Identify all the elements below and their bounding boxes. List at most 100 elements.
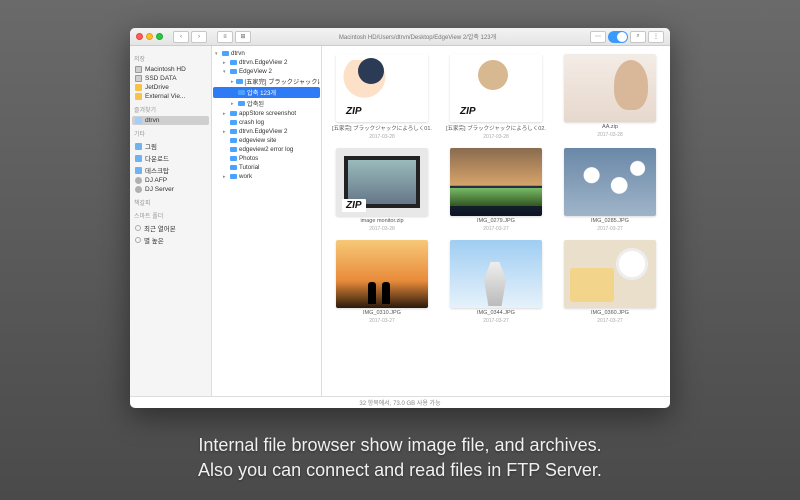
forward-button[interactable]: › [191,31,207,43]
sidebar-item[interactable]: 다운로드 [132,152,209,164]
thumbnail-date: 2017-03-28 [483,134,509,140]
thumbnail-image: ZIP [336,148,428,216]
marketing-caption: Internal file browser show image file, a… [0,433,800,482]
sidebar-item[interactable]: Macintosh HD [132,65,209,74]
tree-item[interactable]: ▸dtrvn.EdgeView 2 [213,58,320,67]
close-icon[interactable] [136,33,143,40]
sidebar-item[interactable]: 데스크탑 [132,164,209,176]
thumbnail-image [564,148,656,216]
tree-item[interactable]: ▸appStore screenshot [213,109,320,118]
thumbnail-label: IMG_0279.JPG [477,218,515,224]
thumbnail-cell[interactable]: ZIP image monitor.zip 2017-03-28 [328,148,436,232]
tree-item[interactable]: crash log [213,118,320,127]
sidebar-item-label: SSD DATA [145,75,177,82]
sidebar-item[interactable]: 별 높은 [132,234,209,246]
zoom-icon[interactable] [156,33,163,40]
thumbnail-date: 2017-03-27 [483,226,509,232]
tree-root[interactable]: ▾dtrvn [213,49,320,58]
tree-item[interactable]: Photos [213,154,320,163]
thumbnail-cell[interactable]: ZIP[五家完] ブラックジャックによろしく01.zip2017-03-28 [328,54,436,140]
status-bar: 32 항목에서, 73.0 GB 사용 가능 [130,396,670,408]
sidebar: 저장 Macintosh HD SSD DATAJetDriveExternal V… [130,46,212,396]
thumbnail-label: IMG_0344.JPG [477,310,515,316]
folder-icon [230,147,237,152]
sidebar-item-label: 그림 [145,141,157,151]
thumbnail-cell[interactable]: IMG_0310.JPG2017-03-27 [328,240,436,324]
tree-item[interactable]: ▸ [五家完] ブラックジャックによろしく [213,76,320,87]
tree-item[interactable]: ▸dtrvn.EdgeView 2 [213,127,320,136]
sidebar-item[interactable]: 그림 [132,140,209,152]
zip-badge: ZIP [342,105,366,118]
thumbnail-label: image monitor.zip [360,218,403,224]
tree-item[interactable]: edgeview2 error log [213,145,320,154]
sidebar-section-title: 저장 [134,54,207,63]
zip-badge: ZIP [456,105,480,118]
thumbnail-label: [五家完] ブラックジャックによろしく01.zip [332,124,432,132]
tree-item-label: [五家完] ブラックジャックによろしく [245,77,320,86]
disclosure-icon: ▸ [231,101,236,107]
thumbnail-cell[interactable]: IMG_0285.JPG2017-03-27 [556,148,664,232]
caption-line: Internal file browser show image file, a… [0,433,800,457]
sidebar-item[interactable]: DJ Server [132,185,209,194]
thumbnail-cell[interactable]: IMG_0279.JPG 2017-03-27 [442,148,550,232]
thumbnail-cell[interactable]: AA.zip2017-03-28 [556,54,664,140]
tree-item-label: edgeview2 error log [239,146,293,153]
thumbnail-image: ZIP [450,54,542,122]
thumbnail-label: IMG_0310.JPG [363,310,401,316]
thumbnail-image [564,54,656,122]
folder-icon [230,120,237,125]
disclosure-icon: ▸ [223,111,228,117]
tag-icon [135,237,141,243]
net-icon [135,186,142,193]
tree-item[interactable]: Tutorial [213,163,320,172]
sidebar-item-label: Macintosh HD [145,66,186,73]
path-display: Macintosh HD/Users/dtrvn/Desktop/EdgeVie… [255,32,580,41]
disclosure-icon: ▸ [231,79,234,85]
back-button[interactable]: ‹ [173,31,189,43]
net-icon [135,177,142,184]
sidebar-item[interactable]: External Vie... [132,92,209,101]
thumbnail-image [564,240,656,308]
sidebar-item[interactable]: dtrvn [132,116,209,125]
tree-item[interactable]: 압축 123개 [213,87,320,98]
action-button[interactable]: ⋯ [590,31,606,43]
disclosure-icon: ▸ [223,174,228,180]
folder-icon [238,101,245,106]
tree-item[interactable]: ▾EdgeView 2 [213,67,320,76]
search-button[interactable]: ⌕ [630,31,646,43]
folder-icon [230,69,237,74]
folder-icon [135,167,142,174]
thumbnail-cell[interactable]: IMG_0360.JPG2017-03-27 [556,240,664,324]
folder-icon [230,129,237,134]
sidebar-item[interactable]: JetDrive [132,83,209,92]
sidebar-item[interactable]: DJ AFP [132,176,209,185]
thumbnail-date: 2017-03-27 [597,226,623,232]
tree-item[interactable]: ▸work [213,172,320,181]
folder-icon [230,174,237,179]
thumbnail-cell[interactable]: ZIP [五家完] ブラックジャックによろしく02.zip 2017-03-28 [442,54,550,140]
thumbnail-date: 2017-03-27 [597,318,623,324]
disclosure-icon: ▸ [223,129,228,135]
sidebar-item[interactable]: 최근 열어본 [132,222,209,234]
disk-icon [135,75,142,82]
toggle-switch[interactable] [608,31,628,43]
disk-icon [135,66,142,73]
thumbnail-date: 2017-03-28 [597,132,623,138]
tree-item-label: EdgeView 2 [239,68,272,75]
tree-item[interactable]: ▸ 압축된 [213,98,320,109]
tree-item-label: Tutorial [239,164,259,171]
view-grid-button[interactable]: ⊞ [235,31,251,43]
thumbnail-image [336,240,428,308]
tree-item[interactable]: edgeview site [213,136,320,145]
contents-pane: ZIP[五家完] ブラックジャックによろしく01.zip2017-03-28ZI… [322,46,670,396]
window-controls [136,33,163,40]
thumbnail-label: [五家完] ブラックジャックによろしく02.zip [446,124,546,132]
thumbnail-cell[interactable]: IMG_0344.JPG2017-03-27 [442,240,550,324]
sidebar-item[interactable]: SSD DATA [132,74,209,83]
tree-item-label: 압축된 [247,99,264,108]
minimize-icon[interactable] [146,33,153,40]
settings-button[interactable]: ⋮ [648,31,664,43]
thumbnail-date: 2017-03-28 [369,226,395,232]
view-list-button[interactable]: ≡ [217,31,233,43]
sidebar-item-label: 다운로드 [145,153,169,163]
